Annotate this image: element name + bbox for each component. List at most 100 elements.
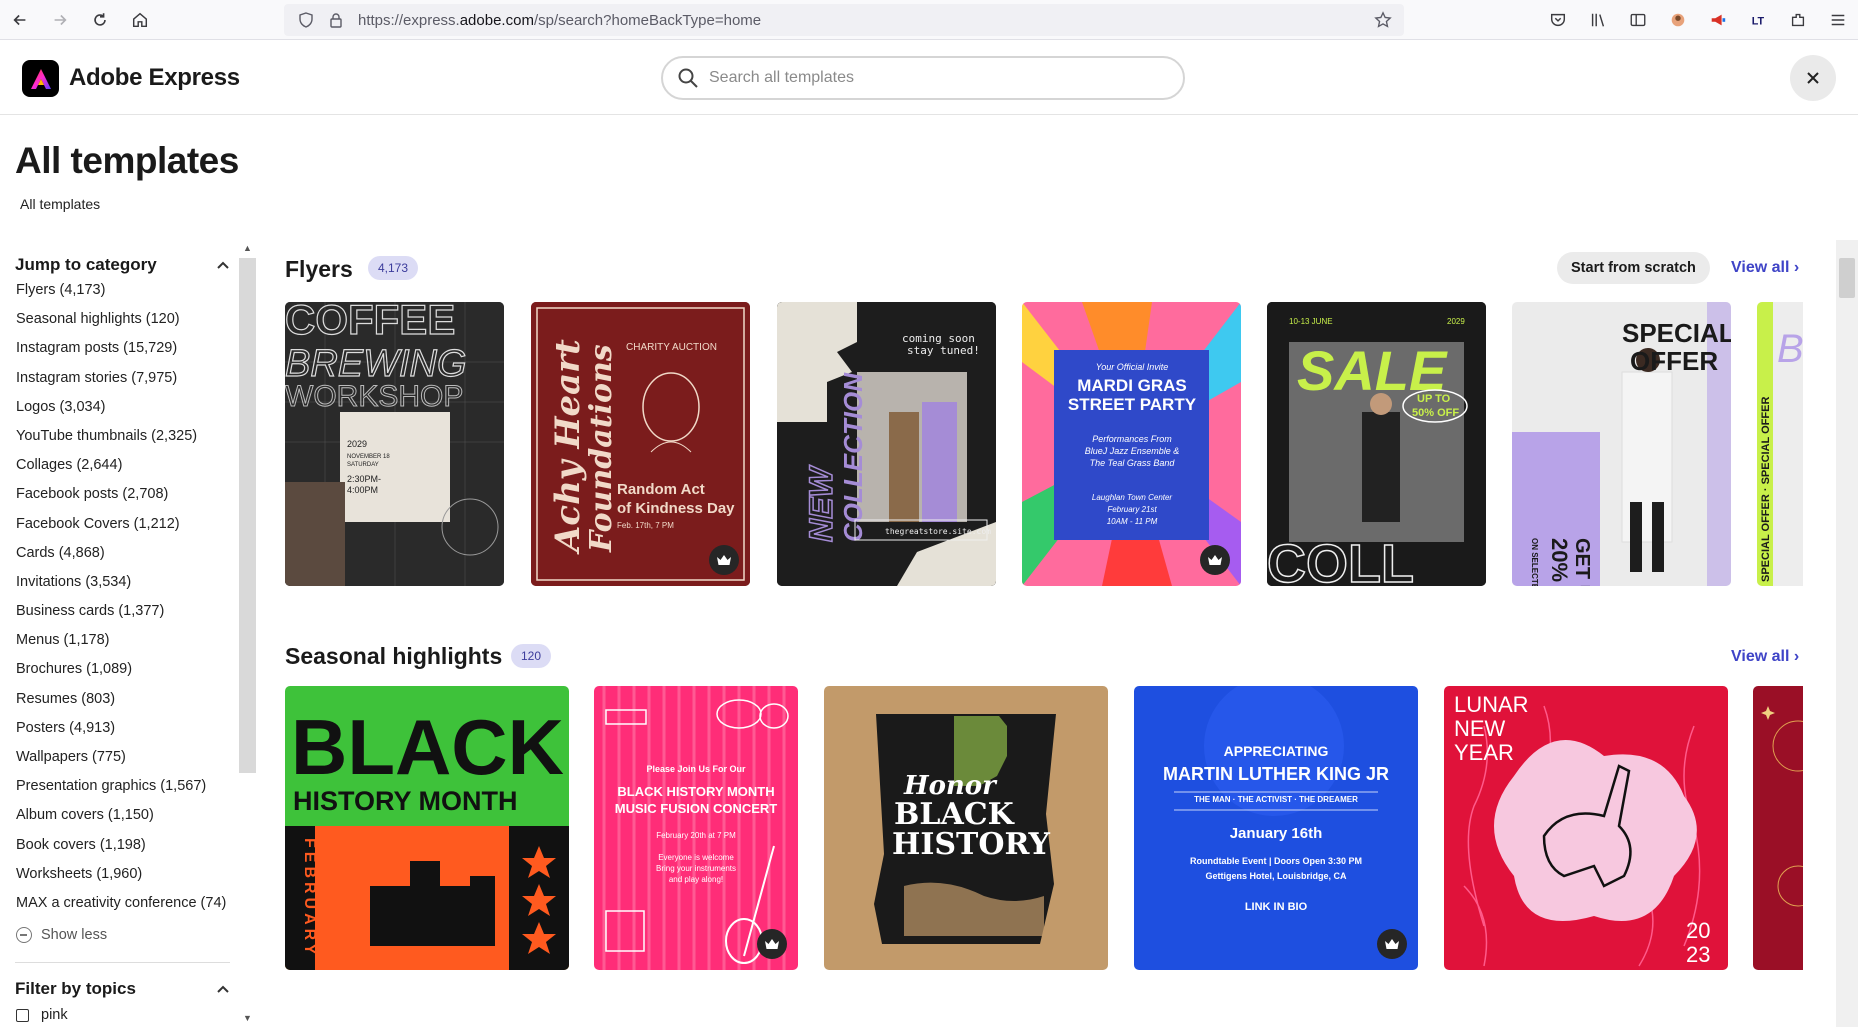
category-item[interactable]: Brochures (1,089) xyxy=(16,661,226,690)
card-text: Foundations xyxy=(584,344,619,553)
scrollbar-thumb[interactable] xyxy=(239,258,256,773)
template-card-partial[interactable] xyxy=(1753,686,1803,970)
category-item[interactable]: Posters (4,913) xyxy=(16,720,226,749)
close-icon xyxy=(1807,72,1819,84)
card-text: 4:00PM xyxy=(347,485,378,495)
card-text: WORKSHOP xyxy=(285,380,463,413)
start-from-scratch-button[interactable]: Start from scratch xyxy=(1557,252,1710,284)
checkbox[interactable] xyxy=(16,1008,29,1022)
premium-crown-icon xyxy=(1377,929,1407,959)
card-text: GET UP TO xyxy=(1571,538,1593,586)
category-item[interactable]: MAX a creativity conference (74) xyxy=(16,895,226,924)
card-text: The Teal Grass Band xyxy=(1090,458,1176,468)
card-text: 20% OFF xyxy=(1547,538,1572,586)
card-text: and play along! xyxy=(669,875,723,884)
languagetool-icon[interactable]: LT xyxy=(1738,0,1778,40)
back-icon[interactable] xyxy=(0,0,40,40)
card-text: CHARITY AUCTION xyxy=(626,342,717,353)
sidebar-icon[interactable] xyxy=(1618,0,1658,40)
close-button[interactable] xyxy=(1790,55,1836,101)
template-card-coffee-workshop[interactable]: COFFEE BREWING WORKSHOP 2029 NOVEMBER 18… xyxy=(285,302,504,586)
card-text: OFFER xyxy=(1630,346,1718,376)
template-card-music-fusion-concert[interactable]: Please Join Us For Our BLACK HISTORY MON… xyxy=(594,686,798,970)
template-card-lunar-new-year[interactable]: LUNAR NEW YEAR 20 23 xyxy=(1444,686,1728,970)
show-less-button[interactable]: Show less xyxy=(16,927,107,943)
template-card-special-offer[interactable]: SPECIAL OFFER GET UP TO 20% OFF ON SELEC… xyxy=(1512,302,1731,586)
category-item[interactable]: Menus (1,178) xyxy=(16,632,226,661)
category-item[interactable]: Facebook posts (2,708) xyxy=(16,486,226,515)
jump-to-category-heading[interactable]: Jump to category xyxy=(15,255,157,275)
view-all-seasonal-link[interactable]: View all › xyxy=(1731,648,1799,666)
menu-icon[interactable] xyxy=(1818,0,1858,40)
template-card-sale[interactable]: 10-13 JUNE 2029 SALE UP TO 50% OFF COLL xyxy=(1267,302,1486,586)
card-text: 23 xyxy=(1686,942,1710,967)
card-text: YEAR xyxy=(1454,740,1514,765)
category-item[interactable]: Wallpapers (775) xyxy=(16,749,226,778)
category-item[interactable]: Logos (3,034) xyxy=(16,399,226,428)
template-card-charity-auction[interactable]: Achy Heart Foundations CHARITY AUCTION R… xyxy=(531,302,750,586)
search-input[interactable] xyxy=(709,69,1149,87)
account-avatar-icon[interactable] xyxy=(1658,0,1698,40)
breadcrumb[interactable]: All templates xyxy=(20,196,100,212)
filter-by-topics-heading[interactable]: Filter by topics xyxy=(15,979,136,999)
chevron-up-icon[interactable] xyxy=(216,258,230,272)
card-text: 2:30PM- xyxy=(347,474,381,484)
category-item[interactable]: Worksheets (1,960) xyxy=(16,866,226,895)
category-item[interactable]: Resumes (803) xyxy=(16,691,226,720)
home-icon[interactable] xyxy=(120,0,160,40)
library-icon[interactable] xyxy=(1578,0,1618,40)
category-item[interactable]: YouTube thumbnails (2,325) xyxy=(16,428,226,457)
premium-crown-icon xyxy=(757,929,787,959)
search-box[interactable] xyxy=(661,56,1185,100)
brand-name[interactable]: Adobe Express xyxy=(69,64,240,92)
show-less-label: Show less xyxy=(41,927,108,943)
template-card-mardi-gras[interactable]: Your Official Invite MARDI GRAS STREET P… xyxy=(1022,302,1241,586)
lock-icon xyxy=(330,13,342,28)
category-item[interactable]: Book covers (1,198) xyxy=(16,837,226,866)
card-text: 2029 xyxy=(1447,317,1465,326)
category-item[interactable]: Flyers (4,173) xyxy=(16,282,226,311)
card-text: thegreatstore.site.com xyxy=(885,527,991,536)
card-text: BREWING xyxy=(285,343,467,385)
card-text: HISTORY xyxy=(892,827,1051,862)
section-title-flyers: Flyers xyxy=(285,256,353,282)
category-item[interactable]: Invitations (3,534) xyxy=(16,574,226,603)
card-text: HISTORY MONTH xyxy=(293,786,518,816)
adobe-express-logo[interactable] xyxy=(22,60,59,97)
template-card-mlk[interactable]: APPRECIATING MARTIN LUTHER KING JR THE M… xyxy=(1134,686,1418,970)
sidebar-scrollbar[interactable]: ▲ ▼ xyxy=(239,240,256,1027)
card-text: Gettigens Hotel, Louisbridge, CA xyxy=(1205,871,1347,881)
url-bar[interactable]: https://express.adobe.com/sp/search?home… xyxy=(284,4,1404,36)
page-scrollbar[interactable] xyxy=(1836,240,1858,1027)
template-card-new-collection[interactable]: NEW COLLECTION coming soon stay tuned! t… xyxy=(777,302,996,586)
category-item[interactable]: Business cards (1,377) xyxy=(16,603,226,632)
template-card-special-offer-partial[interactable]: SPECIAL OFFER · SPECIAL OFFER B xyxy=(1757,302,1803,586)
card-text: 20 xyxy=(1686,918,1710,943)
category-item[interactable]: Facebook Covers (1,212) xyxy=(16,516,226,545)
card-text: BlueJ Jazz Ensemble & xyxy=(1085,446,1180,456)
extensions-icon[interactable] xyxy=(1778,0,1818,40)
scrollbar-thumb[interactable] xyxy=(1839,258,1855,298)
view-all-flyers-link[interactable]: View all › xyxy=(1731,259,1799,277)
bookmark-star-icon[interactable] xyxy=(1374,11,1392,29)
category-item[interactable]: Instagram stories (7,975) xyxy=(16,370,226,399)
template-card-honor-black-history[interactable]: Honor BLACK HISTORY xyxy=(824,686,1108,970)
premium-crown-icon xyxy=(709,545,739,575)
category-item[interactable]: Seasonal highlights (120) xyxy=(16,311,226,340)
category-item[interactable]: Album covers (1,150) xyxy=(16,807,226,836)
category-item[interactable]: Collages (2,644) xyxy=(16,457,226,486)
topic-checkbox-pink[interactable]: pink xyxy=(16,1007,68,1023)
scroll-down-icon[interactable]: ▼ xyxy=(243,1014,252,1023)
megaphone-icon[interactable] xyxy=(1698,0,1738,40)
category-item[interactable]: Cards (4,868) xyxy=(16,545,226,574)
chevron-up-icon[interactable] xyxy=(216,982,230,996)
forward-icon[interactable] xyxy=(40,0,80,40)
scroll-up-icon[interactable]: ▲ xyxy=(243,244,252,253)
card-text: NEW xyxy=(1454,716,1506,741)
card-text: NEW xyxy=(803,465,839,542)
reload-icon[interactable] xyxy=(80,0,120,40)
pocket-icon[interactable] xyxy=(1538,0,1578,40)
category-item[interactable]: Presentation graphics (1,567) xyxy=(16,778,226,807)
category-item[interactable]: Instagram posts (15,729) xyxy=(16,340,226,369)
template-card-black-history-month[interactable]: BLACK HISTORY MONTH FEBRUARY xyxy=(285,686,569,970)
